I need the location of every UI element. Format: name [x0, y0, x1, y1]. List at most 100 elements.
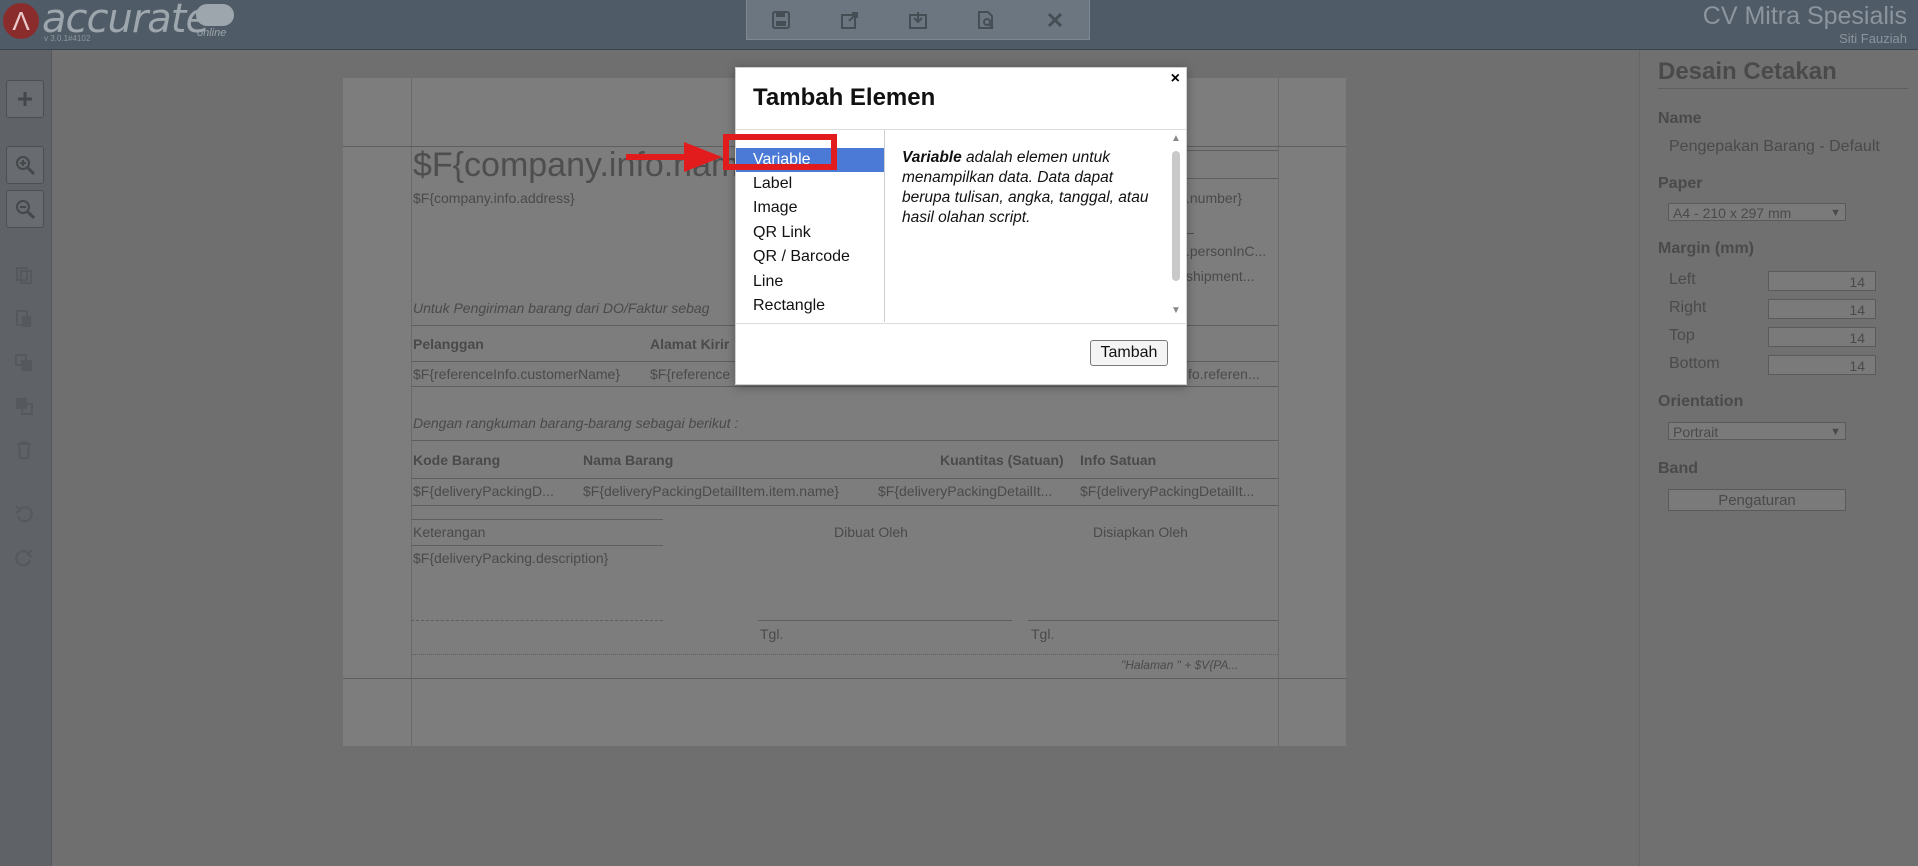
list-item-qr-barcode[interactable]: QR / Barcode [736, 245, 884, 269]
field-rule [411, 545, 663, 546]
items-header-qty[interactable]: Kuantitas (Satuan) [940, 452, 1064, 468]
name-label: Name [1658, 110, 1702, 127]
reference-value[interactable]: fo.referen... [1188, 366, 1260, 382]
description-scrollbar[interactable]: ▲ ▼ [1170, 133, 1182, 319]
list-item-label[interactable]: Label [736, 172, 884, 196]
add-button[interactable]: Tambah [1090, 340, 1168, 366]
scroll-down-icon[interactable]: ▼ [1170, 305, 1182, 316]
signature-line [1028, 620, 1278, 621]
summary-label[interactable]: Dengan rangkuman barang-barang sebagai b… [413, 415, 738, 431]
margin-top-input[interactable]: 14 [1768, 327, 1876, 347]
design-toolbar [746, 0, 1090, 40]
preview-icon[interactable] [970, 6, 1002, 34]
dashed-rule [411, 620, 663, 622]
margin-top-label: Top [1669, 327, 1695, 344]
import-icon[interactable] [902, 6, 934, 34]
bring-front-icon[interactable] [6, 345, 42, 381]
send-back-icon[interactable] [6, 388, 42, 424]
prepared-by-label[interactable]: Disiapkan Oleh [1093, 524, 1188, 540]
highlight-box [723, 134, 837, 170]
field-rule [411, 386, 1278, 387]
list-item-line[interactable]: Line [736, 270, 884, 294]
divider [736, 323, 1186, 324]
company-name: CV Mitra Spesialis [1702, 2, 1907, 30]
paper-select[interactable]: A4 - 210 x 297 mm ▼ [1668, 203, 1846, 221]
person-field[interactable]: .personInC... [1186, 243, 1266, 259]
paper-select-value: A4 - 210 x 297 mm [1673, 205, 1792, 221]
field-rule [411, 519, 663, 520]
customer-header[interactable]: Pelanggan [413, 336, 484, 352]
version-label: v 3.0.1#4102 [44, 34, 91, 43]
logo-subtext: online [197, 27, 227, 39]
intro-label[interactable]: Untuk Pengiriman barang dari DO/Faktur s… [413, 300, 709, 316]
page-number-field[interactable]: "Halaman " + $V{PA... [1121, 658, 1238, 672]
date-label[interactable]: Tgl. [1031, 626, 1054, 642]
paste-icon[interactable] [6, 301, 42, 337]
items-header-name[interactable]: Nama Barang [583, 452, 673, 468]
dash-field[interactable]: _ [1186, 218, 1194, 234]
items-value-qty[interactable]: $F{deliveryPackingDetailIt... [878, 483, 1078, 499]
band-label: Band [1658, 460, 1698, 477]
cloud-icon [196, 4, 234, 26]
add-icon[interactable] [6, 80, 44, 118]
zoom-in-icon[interactable] [6, 146, 44, 184]
list-item-qr-link[interactable]: QR Link [736, 221, 884, 245]
list-item-rectangle[interactable]: Rectangle [736, 294, 884, 318]
undo-icon[interactable] [6, 496, 42, 532]
items-header-unit[interactable]: Info Satuan [1080, 452, 1156, 468]
margin-line-right [1278, 78, 1279, 746]
paper-label: Paper [1658, 175, 1703, 192]
chevron-down-icon: ▼ [1830, 426, 1841, 438]
close-icon[interactable] [1039, 6, 1071, 34]
made-by-label[interactable]: Dibuat Oleh [834, 524, 908, 540]
description-keyword: Variable [902, 149, 962, 166]
logo-icon: Λ [3, 3, 39, 39]
items-value-name[interactable]: $F{deliveryPackingDetailItem.item.name} [583, 483, 873, 499]
signature-line [758, 620, 1012, 621]
band-divider [343, 678, 1346, 679]
export-icon[interactable] [834, 6, 866, 34]
items-value-code[interactable]: $F{deliveryPackingD... [413, 483, 573, 499]
margin-bottom-label: Bottom [1669, 355, 1720, 372]
margin-right-input[interactable]: 14 [1768, 299, 1876, 319]
scrollbar-thumb[interactable] [1172, 151, 1180, 281]
copy-icon[interactable] [6, 257, 42, 293]
properties-panel: Desain Cetakan Name Pengepakan Barang - … [1639, 50, 1918, 866]
notes-label[interactable]: Keterangan [413, 524, 485, 540]
user-name[interactable]: Siti Fauziah [1839, 31, 1907, 46]
orientation-select[interactable]: Portrait ▼ [1668, 422, 1846, 440]
shipment-field[interactable]: shipment... [1186, 268, 1254, 284]
name-value[interactable]: Pengepakan Barang - Default [1669, 138, 1880, 156]
redo-icon[interactable] [6, 540, 42, 576]
items-header-code[interactable]: Kode Barang [413, 452, 500, 468]
orientation-select-value: Portrait [1673, 424, 1719, 440]
margin-left-label: Left [1669, 271, 1696, 288]
number-field[interactable]: .number} [1186, 190, 1242, 206]
margin-line-left [411, 78, 412, 746]
notes-value[interactable]: $F{deliveryPacking.description} [413, 550, 608, 566]
orientation-label: Orientation [1658, 393, 1744, 410]
date-label[interactable]: Tgl. [760, 626, 783, 642]
left-toolbar [0, 50, 52, 866]
customer-value[interactable]: $F{referenceInfo.customerName} [413, 366, 620, 382]
scroll-up-icon[interactable]: ▲ [1170, 133, 1182, 144]
margin-right-label: Right [1669, 299, 1707, 316]
save-icon[interactable] [765, 6, 797, 34]
top-bar: Λ accurate online v 3.0.1#4102 CV Mitra … [0, 0, 1918, 50]
address-header[interactable]: Alamat Kirir [650, 336, 729, 352]
margin-bottom-input[interactable]: 14 [1768, 355, 1876, 375]
list-item-image[interactable]: Image [736, 196, 884, 220]
dotted-rule [411, 654, 1278, 656]
band-settings-button[interactable]: Pengaturan [1668, 489, 1846, 511]
field-rule [411, 478, 1278, 479]
zoom-out-icon[interactable] [6, 190, 44, 228]
delete-icon[interactable] [6, 432, 42, 468]
margin-label: Margin (mm) [1658, 240, 1754, 257]
annotation-arrow-icon [626, 142, 722, 172]
address-value[interactable]: $F{reference [650, 366, 730, 382]
items-value-unit[interactable]: $F{deliveryPackingDetailIt... [1080, 483, 1276, 499]
margin-left-input[interactable]: 14 [1768, 271, 1876, 291]
company-address-field[interactable]: $F{company.info.address} [413, 190, 575, 206]
chevron-down-icon: ▼ [1830, 207, 1841, 219]
close-icon[interactable]: × [1171, 70, 1180, 88]
